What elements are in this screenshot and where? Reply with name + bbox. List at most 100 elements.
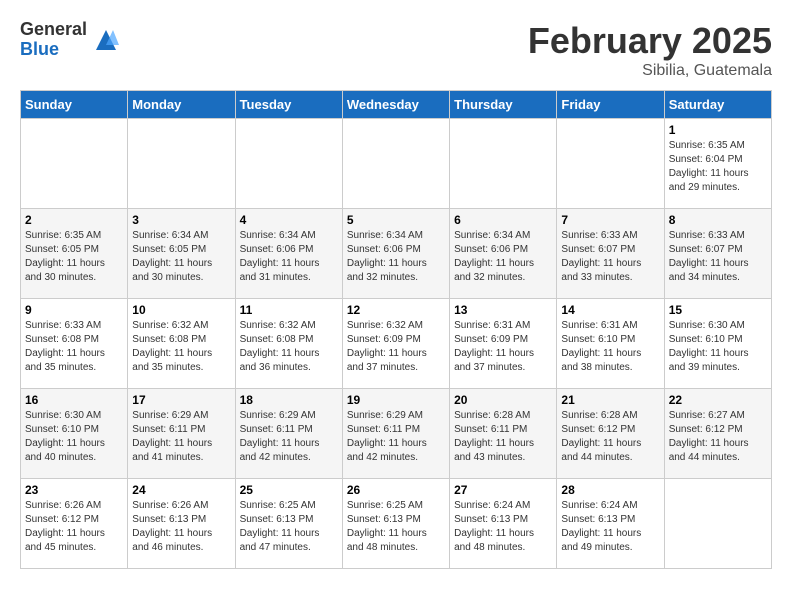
calendar-cell: 24Sunrise: 6:26 AM Sunset: 6:13 PM Dayli… xyxy=(128,479,235,569)
calendar-cell: 4 Sunrise: 6:34 AM Sunset: 6:06 PM Daylig… xyxy=(235,209,342,299)
calendar-cell: 13 Sunrise: 6:31 AM Sunset: 6:09 PM Dayli… xyxy=(450,299,557,389)
day-info: Sunrise: 6:30 AM Sunset: 6:10 PM Dayligh… xyxy=(669,319,767,375)
calendar-cell xyxy=(342,119,449,209)
day-number: 26 xyxy=(347,483,445,497)
day-info: Sunrise: 6:33 AM Sunset: 6:07 PM Dayligh… xyxy=(561,229,659,285)
day-number: 6 xyxy=(454,213,552,227)
title-block: February 2025 Sibilia, Guatemala xyxy=(528,20,772,80)
calendar-week-1: 1Sunrise: 6:35 AM Sunset: 6:04 PM Daylig… xyxy=(21,119,772,209)
day-number: 5 xyxy=(347,213,445,227)
day-info: Sunrise: 6:34 AM Sunset: 6:06 PM Dayligh… xyxy=(240,229,338,285)
logo: General Blue xyxy=(20,20,121,60)
calendar-header-wednesday: Wednesday xyxy=(342,91,449,119)
calendar-cell: 21 Sunrise: 6:28 AM Sunset: 6:12 PM Dayli… xyxy=(557,389,664,479)
day-number: 7 xyxy=(561,213,659,227)
day-info: Sunrise: 6:35 AM Sunset: 6:04 PM Dayligh… xyxy=(669,139,767,195)
day-info: Sunrise: 6:28 AM Sunset: 6:12 PM Dayligh… xyxy=(561,409,659,465)
day-number: 21 xyxy=(561,393,659,407)
day-info: Sunrise: 6:34 AM Sunset: 6:05 PM Dayligh… xyxy=(132,229,230,285)
day-info: Sunrise: 6:26 AM Sunset: 6:12 PM Dayligh… xyxy=(25,499,123,555)
calendar-cell: 5 Sunrise: 6:34 AM Sunset: 6:06 PM Daylig… xyxy=(342,209,449,299)
day-info: Sunrise: 6:29 AM Sunset: 6:11 PM Dayligh… xyxy=(132,409,230,465)
day-number: 3 xyxy=(132,213,230,227)
calendar-week-5: 23 Sunrise: 6:26 AM Sunset: 6:12 PM Dayli… xyxy=(21,479,772,569)
day-number: 14 xyxy=(561,303,659,317)
calendar-week-4: 16 Sunrise: 6:30 AM Sunset: 6:10 PM Dayli… xyxy=(21,389,772,479)
day-number: 15 xyxy=(669,303,767,317)
calendar-cell: 20Sunrise: 6:28 AM Sunset: 6:11 PM Dayli… xyxy=(450,389,557,479)
calendar-cell xyxy=(664,479,771,569)
calendar-cell xyxy=(557,119,664,209)
calendar-cell: 10 Sunrise: 6:32 AM Sunset: 6:08 PM Dayli… xyxy=(128,299,235,389)
day-info: Sunrise: 6:32 AM Sunset: 6:09 PM Dayligh… xyxy=(347,319,445,375)
calendar-cell: 8Sunrise: 6:33 AM Sunset: 6:07 PM Daylig… xyxy=(664,209,771,299)
day-number: 19 xyxy=(347,393,445,407)
day-number: 12 xyxy=(347,303,445,317)
day-number: 24 xyxy=(132,483,230,497)
day-info: Sunrise: 6:34 AM Sunset: 6:06 PM Dayligh… xyxy=(454,229,552,285)
calendar-cell: 1Sunrise: 6:35 AM Sunset: 6:04 PM Daylig… xyxy=(664,119,771,209)
day-info: Sunrise: 6:29 AM Sunset: 6:11 PM Dayligh… xyxy=(347,409,445,465)
day-number: 17 xyxy=(132,393,230,407)
day-info: Sunrise: 6:32 AM Sunset: 6:08 PM Dayligh… xyxy=(132,319,230,375)
day-number: 25 xyxy=(240,483,338,497)
day-info: Sunrise: 6:29 AM Sunset: 6:11 PM Dayligh… xyxy=(240,409,338,465)
day-info: Sunrise: 6:35 AM Sunset: 6:05 PM Dayligh… xyxy=(25,229,123,285)
day-info: Sunrise: 6:27 AM Sunset: 6:12 PM Dayligh… xyxy=(669,409,767,465)
calendar-cell: 3 Sunrise: 6:34 AM Sunset: 6:05 PM Daylig… xyxy=(128,209,235,299)
calendar-cell: 7 Sunrise: 6:33 AM Sunset: 6:07 PM Daylig… xyxy=(557,209,664,299)
calendar-header-thursday: Thursday xyxy=(450,91,557,119)
logo-blue-text: Blue xyxy=(20,40,87,60)
month-title: February 2025 xyxy=(528,20,772,62)
day-info: Sunrise: 6:30 AM Sunset: 6:10 PM Dayligh… xyxy=(25,409,123,465)
calendar-header-tuesday: Tuesday xyxy=(235,91,342,119)
day-number: 9 xyxy=(25,303,123,317)
calendar-cell xyxy=(450,119,557,209)
calendar-week-2: 2 Sunrise: 6:35 AM Sunset: 6:05 PM Daylig… xyxy=(21,209,772,299)
page-header: General Blue February 2025 Sibilia, Guat… xyxy=(20,20,772,80)
calendar-header-friday: Friday xyxy=(557,91,664,119)
day-number: 10 xyxy=(132,303,230,317)
day-number: 11 xyxy=(240,303,338,317)
calendar-cell: 19 Sunrise: 6:29 AM Sunset: 6:11 PM Dayli… xyxy=(342,389,449,479)
day-number: 13 xyxy=(454,303,552,317)
day-info: Sunrise: 6:32 AM Sunset: 6:08 PM Dayligh… xyxy=(240,319,338,375)
calendar-cell: 25Sunrise: 6:25 AM Sunset: 6:13 PM Dayli… xyxy=(235,479,342,569)
calendar-cell: 14 Sunrise: 6:31 AM Sunset: 6:10 PM Dayli… xyxy=(557,299,664,389)
day-number: 4 xyxy=(240,213,338,227)
calendar-cell: 28Sunrise: 6:24 AM Sunset: 6:13 PM Dayli… xyxy=(557,479,664,569)
day-number: 2 xyxy=(25,213,123,227)
day-info: Sunrise: 6:34 AM Sunset: 6:06 PM Dayligh… xyxy=(347,229,445,285)
calendar-cell: 9 Sunrise: 6:33 AM Sunset: 6:08 PM Daylig… xyxy=(21,299,128,389)
day-info: Sunrise: 6:24 AM Sunset: 6:13 PM Dayligh… xyxy=(561,499,659,555)
day-info: Sunrise: 6:33 AM Sunset: 6:08 PM Dayligh… xyxy=(25,319,123,375)
calendar-cell: 23 Sunrise: 6:26 AM Sunset: 6:12 PM Dayli… xyxy=(21,479,128,569)
location-subtitle: Sibilia, Guatemala xyxy=(528,62,772,80)
calendar-cell: 12 Sunrise: 6:32 AM Sunset: 6:09 PM Dayli… xyxy=(342,299,449,389)
day-info: Sunrise: 6:31 AM Sunset: 6:10 PM Dayligh… xyxy=(561,319,659,375)
calendar-cell xyxy=(235,119,342,209)
day-info: Sunrise: 6:33 AM Sunset: 6:07 PM Dayligh… xyxy=(669,229,767,285)
calendar-header-saturday: Saturday xyxy=(664,91,771,119)
day-number: 22 xyxy=(669,393,767,407)
day-number: 18 xyxy=(240,393,338,407)
calendar-cell: 11 Sunrise: 6:32 AM Sunset: 6:08 PM Dayli… xyxy=(235,299,342,389)
calendar-cell: 22 Sunrise: 6:27 AM Sunset: 6:12 PM Dayli… xyxy=(664,389,771,479)
calendar-table: SundayMondayTuesdayWednesdayThursdayFrid… xyxy=(20,90,772,569)
calendar-week-3: 9 Sunrise: 6:33 AM Sunset: 6:08 PM Daylig… xyxy=(21,299,772,389)
calendar-cell: 17 Sunrise: 6:29 AM Sunset: 6:11 PM Dayli… xyxy=(128,389,235,479)
calendar-cell: 2 Sunrise: 6:35 AM Sunset: 6:05 PM Daylig… xyxy=(21,209,128,299)
day-info: Sunrise: 6:28 AM Sunset: 6:11 PM Dayligh… xyxy=(454,409,552,465)
calendar-header-row: SundayMondayTuesdayWednesdayThursdayFrid… xyxy=(21,91,772,119)
day-info: Sunrise: 6:31 AM Sunset: 6:09 PM Dayligh… xyxy=(454,319,552,375)
calendar-cell: 16 Sunrise: 6:30 AM Sunset: 6:10 PM Dayli… xyxy=(21,389,128,479)
day-number: 27 xyxy=(454,483,552,497)
day-number: 16 xyxy=(25,393,123,407)
calendar-cell: 6 Sunrise: 6:34 AM Sunset: 6:06 PM Daylig… xyxy=(450,209,557,299)
logo-general-text: General xyxy=(20,20,87,40)
day-info: Sunrise: 6:24 AM Sunset: 6:13 PM Dayligh… xyxy=(454,499,552,555)
logo-icon xyxy=(91,25,121,55)
calendar-header-monday: Monday xyxy=(128,91,235,119)
calendar-header-sunday: Sunday xyxy=(21,91,128,119)
day-number: 23 xyxy=(25,483,123,497)
